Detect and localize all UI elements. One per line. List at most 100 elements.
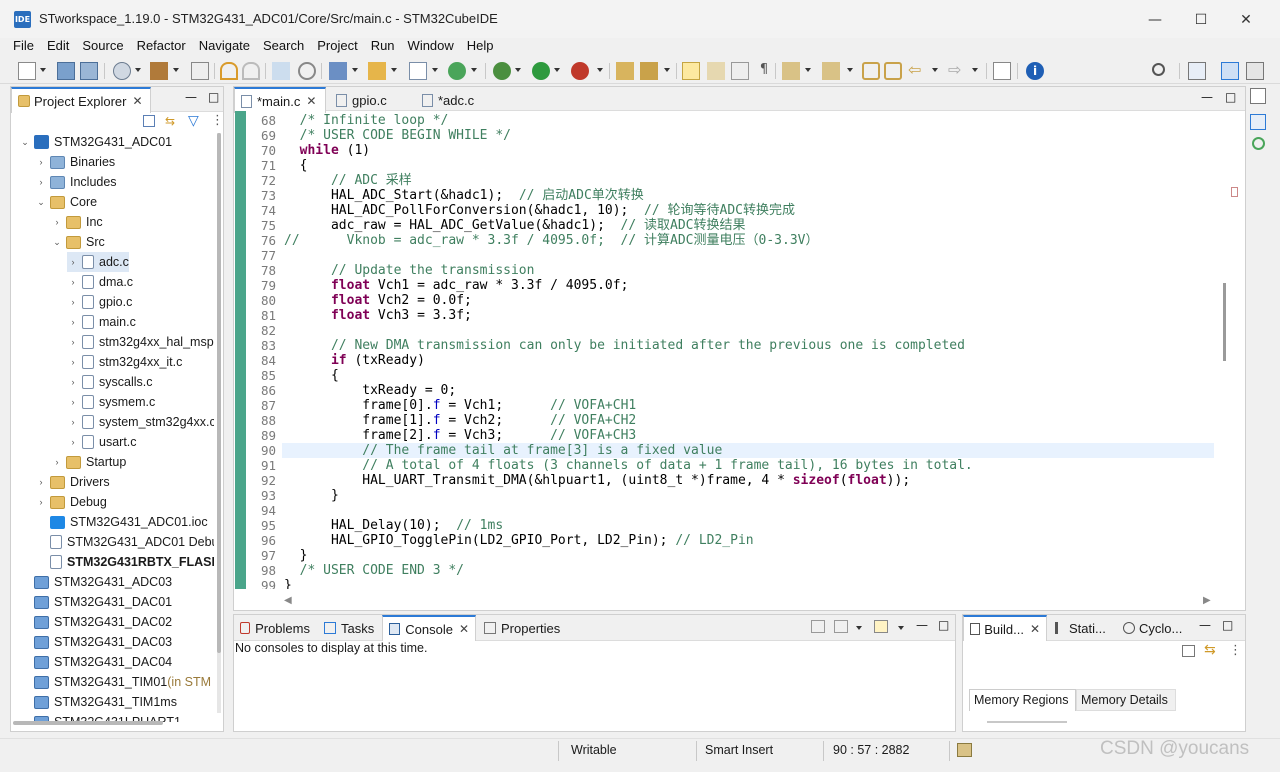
chevron-right-icon[interactable]: › [67, 317, 79, 327]
chevron-down-icon[interactable]: ⌄ [35, 197, 47, 208]
restore-icon[interactable] [1250, 88, 1266, 104]
view-menu-icon[interactable]: ⋮ [1229, 643, 1242, 658]
minimize-console-icon[interactable]: — [916, 618, 928, 632]
minimize-view-icon[interactable]: — [185, 90, 197, 104]
tree-item[interactable]: › syscalls.c [67, 372, 152, 392]
search-icon[interactable] [1152, 63, 1165, 76]
menu-item-navigate[interactable]: Navigate [199, 38, 250, 58]
menu-item-run[interactable]: Run [371, 38, 395, 58]
info-icon[interactable]: i [1026, 62, 1044, 80]
code-line[interactable]: frame[1].f = Vch2; // VOFA+CH2 [284, 413, 636, 428]
tab-tasks[interactable]: Tasks [318, 615, 381, 641]
code-line[interactable]: adc_raw = HAL_ADC_GetValue(&hadc1); // 读… [284, 218, 746, 233]
close-tab-icon[interactable]: ✕ [132, 94, 142, 108]
mark-icon[interactable] [707, 62, 725, 80]
code-line[interactable]: /* USER CODE END 3 */ [284, 563, 464, 578]
stop-icon[interactable] [298, 62, 316, 80]
chevron-right-icon[interactable]: › [51, 457, 63, 467]
code-line[interactable]: // Vknob = adc_raw * 3.3f / 4095.0f; // … [284, 233, 818, 248]
tree-item[interactable]: › stm32g4xx_it.c [67, 352, 182, 372]
cpp-perspective-icon[interactable] [1221, 62, 1239, 80]
open-perspective-icon[interactable] [1188, 62, 1206, 80]
open-folder-icon[interactable] [616, 62, 634, 80]
run-icon[interactable] [532, 62, 550, 80]
maximize-button[interactable]: ☐ [1189, 10, 1213, 30]
code-line[interactable]: } [284, 578, 292, 589]
debug-perspective-icon[interactable] [1246, 62, 1264, 80]
code-line[interactable]: if (txReady) [284, 353, 425, 368]
close-tab-icon[interactable]: ✕ [1030, 622, 1040, 636]
tree-item[interactable]: STM32G431_DAC01 [19, 592, 172, 612]
chevron-down-icon[interactable]: ⌄ [19, 137, 31, 148]
code-line[interactable]: /* USER CODE BEGIN WHILE */ [284, 128, 511, 143]
tree-item[interactable]: › gpio.c [67, 292, 132, 312]
scroll-left-icon[interactable]: ◀ [284, 595, 292, 606]
pin-console-icon[interactable] [811, 620, 825, 633]
menu-item-help[interactable]: Help [467, 38, 494, 58]
open-console-icon[interactable] [874, 620, 888, 633]
code-line[interactable]: /* Infinite loop */ [284, 113, 449, 128]
tree-item[interactable]: › Includes [35, 172, 117, 192]
tree-item[interactable]: STM32G431_TIM01 (in STM [19, 672, 211, 692]
chevron-right-icon[interactable]: › [67, 397, 79, 407]
code-line[interactable]: HAL_UART_Transmit_DMA(&hlpuart1, (uint8_… [284, 473, 910, 488]
code-line[interactable]: frame[2].f = Vch3; // VOFA+CH3 [284, 428, 636, 443]
new-project-icon[interactable] [329, 62, 347, 80]
build-hscrollbar[interactable] [987, 721, 1067, 723]
chevron-right-icon[interactable]: › [67, 377, 79, 387]
cursor-icon[interactable] [272, 62, 290, 80]
tree-item[interactable]: STM32G431_DAC03 [19, 632, 172, 652]
tree-item[interactable]: STM32G431_DAC02 [19, 612, 172, 632]
code-line[interactable]: float Vch1 = adc_raw * 3.3f / 4095.0f; [284, 278, 628, 293]
chevron-right-icon[interactable]: › [67, 257, 79, 267]
menu-item-file[interactable]: File [13, 38, 34, 58]
save-icon[interactable] [57, 62, 75, 80]
menu-item-project[interactable]: Project [317, 38, 357, 58]
code-line[interactable]: while (1) [284, 143, 370, 158]
chevron-right-icon[interactable]: › [35, 157, 47, 167]
tree-item[interactable]: › dma.c [67, 272, 133, 292]
last-edit-icon[interactable] [862, 62, 880, 80]
minimize-editor-icon[interactable]: — [1201, 90, 1213, 104]
close-button[interactable]: ✕ [1234, 10, 1258, 30]
chevron-right-icon[interactable]: › [67, 417, 79, 427]
menu-item-search[interactable]: Search [263, 38, 304, 58]
code-area[interactable]: 68 /* Infinite loop */ 69 /* USER CODE BE… [246, 113, 1214, 589]
tree-item[interactable]: › Startup [51, 452, 127, 472]
display-console-icon[interactable] [834, 620, 848, 633]
code-line[interactable]: HAL_ADC_PollForConversion(&hadc1, 10); /… [284, 203, 795, 218]
editor-vscrollbar[interactable] [1223, 283, 1226, 361]
maximize-view-icon[interactable]: □ [208, 90, 219, 104]
collapse-all-icon[interactable] [143, 115, 155, 127]
open-console-icon[interactable] [993, 62, 1011, 80]
tree-item[interactable]: › Debug [35, 492, 107, 512]
tab-memory-regions[interactable]: Memory Regions [969, 689, 1076, 711]
tree-item[interactable]: › stm32g4xx_hal_msp [67, 332, 214, 352]
undo-icon[interactable] [220, 62, 238, 80]
tab-static-stack[interactable]: Stati... [1049, 615, 1115, 641]
explorer-hscrollbar[interactable] [13, 721, 163, 725]
chevron-right-icon[interactable]: › [67, 437, 79, 447]
debug-bug-icon[interactable] [493, 62, 511, 80]
filter-icon[interactable]: ▽ [188, 114, 199, 128]
code-line[interactable]: HAL_Delay(10); // 1ms [284, 518, 503, 533]
save-all-icon[interactable] [80, 62, 98, 80]
chevron-right-icon[interactable]: › [67, 297, 79, 307]
chevron-right-icon[interactable]: › [35, 497, 47, 507]
tree-item[interactable]: ⌄ Src [51, 232, 105, 252]
maximize-console-icon[interactable]: □ [938, 618, 949, 632]
external-tools-icon[interactable] [571, 62, 589, 80]
status-lock-icon[interactable] [957, 743, 972, 757]
tab-build-analyzer[interactable]: Build... ✕ [963, 615, 1047, 641]
tree-item[interactable]: › Drivers [35, 472, 110, 492]
maximize-build-icon[interactable]: □ [1222, 618, 1233, 632]
chevron-down-icon[interactable]: ⌄ [51, 237, 63, 248]
tree-item[interactable]: › system_stm32g4xx.c [67, 412, 214, 432]
tab-problems[interactable]: Problems [234, 615, 316, 641]
back-icon[interactable]: ⇦ [908, 62, 926, 80]
tree-item[interactable]: ⌄ Core [35, 192, 97, 212]
tree-item[interactable]: › usart.c [67, 432, 137, 452]
new-file-icon[interactable] [18, 62, 36, 80]
tab-project-explorer[interactable]: Project Explorer ✕ [11, 87, 151, 113]
link-editor-icon[interactable]: ⇆ [165, 115, 179, 127]
